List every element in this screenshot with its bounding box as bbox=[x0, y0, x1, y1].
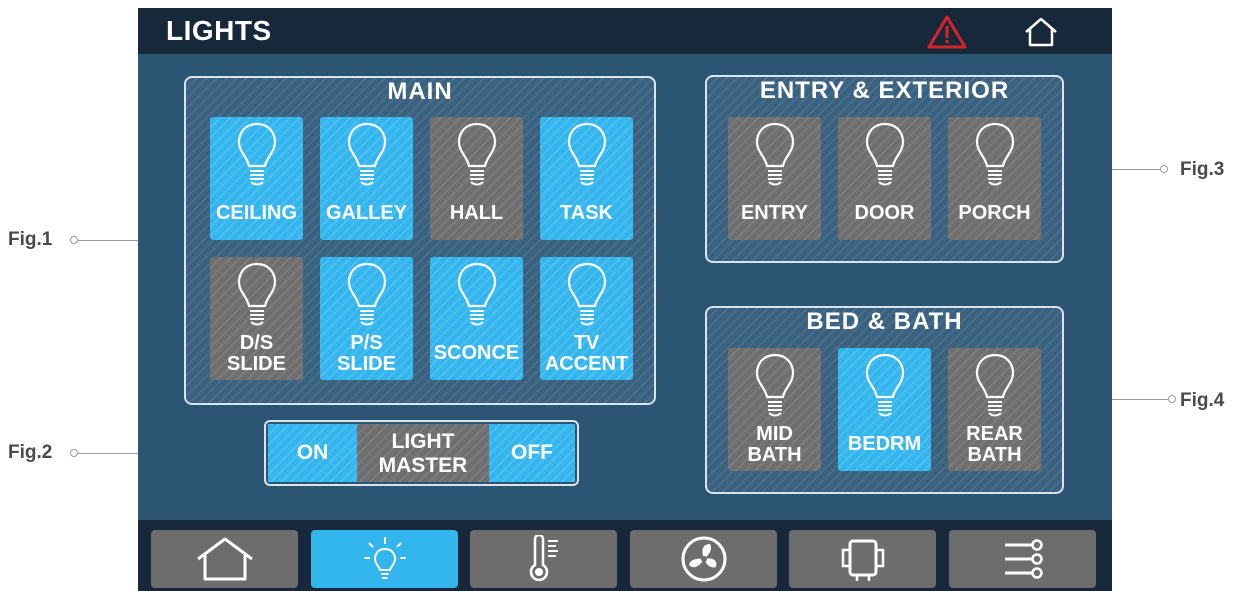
light-tile-ceiling[interactable]: CEILING bbox=[210, 117, 303, 240]
callout-fig2: Fig.2 bbox=[8, 442, 53, 463]
page-title: LIGHTS bbox=[166, 15, 272, 46]
light-bulb-icon bbox=[755, 353, 795, 417]
light-label: DOOR bbox=[854, 202, 915, 224]
light-label-line1: MID bbox=[756, 423, 793, 445]
thermometer-icon bbox=[529, 535, 558, 582]
light-bulb-icon bbox=[237, 262, 277, 326]
light-label-line2: SLIDE bbox=[227, 353, 286, 375]
title-bar: LIGHTS bbox=[138, 8, 1112, 54]
light-label: D/S SLIDE bbox=[210, 333, 303, 375]
light-label-line2: BATH bbox=[967, 444, 1022, 466]
light-label-line1: TV bbox=[573, 332, 600, 354]
callout-fig3: Fig.3 bbox=[1180, 159, 1225, 180]
light-master-toggle: ON LIGHT MASTER OFF bbox=[264, 420, 579, 486]
light-label-line1: D/S bbox=[239, 332, 274, 354]
light-label: PORCH bbox=[958, 202, 1031, 224]
light-tile-d-s-slide[interactable]: D/S SLIDE bbox=[210, 257, 303, 380]
light-label-line1: REAR bbox=[966, 423, 1023, 445]
light-bulb-icon bbox=[755, 122, 795, 186]
generator-icon bbox=[841, 539, 884, 581]
callout-fig1: Fig.1 bbox=[8, 229, 53, 250]
bed-panel-title: BED & BATH bbox=[806, 308, 963, 335]
light-tile-task[interactable]: TASK bbox=[540, 117, 633, 240]
callout-fig4: Fig.4 bbox=[1180, 390, 1225, 411]
light-label: TASK bbox=[560, 202, 613, 224]
light-bulb-icon bbox=[865, 122, 905, 186]
main-panel-title: MAIN bbox=[387, 78, 453, 105]
light-bulb-icon bbox=[363, 537, 406, 579]
home-outline-icon[interactable] bbox=[1022, 16, 1060, 48]
entry-exterior-panel: ENTRY & EXTERIOR ENTRY DOOR PORCH bbox=[705, 75, 1064, 263]
light-bulb-icon bbox=[975, 122, 1015, 186]
light-tile-entry[interactable]: ENTRY bbox=[728, 117, 821, 240]
light-label-line1: P/S bbox=[350, 332, 383, 354]
light-master-line2: MASTER bbox=[378, 454, 468, 477]
light-label: ENTRY bbox=[740, 202, 809, 224]
light-bulb-icon bbox=[237, 122, 277, 186]
bottom-nav bbox=[138, 520, 1112, 591]
master-off-button[interactable]: OFF bbox=[489, 424, 575, 482]
light-bulb-icon bbox=[347, 262, 387, 326]
light-tile-p-s-slide[interactable]: P/S SLIDE bbox=[320, 257, 413, 380]
nav-lights-button[interactable] bbox=[311, 530, 458, 588]
light-bulb-icon bbox=[567, 122, 607, 186]
nav-fan-button[interactable] bbox=[630, 530, 777, 588]
light-label: BEDRM bbox=[847, 433, 922, 455]
nav-generator-button[interactable] bbox=[789, 530, 936, 588]
light-tile-door[interactable]: DOOR bbox=[838, 117, 931, 240]
nav-home-button[interactable] bbox=[151, 530, 298, 588]
light-label: P/S SLIDE bbox=[320, 333, 413, 375]
light-master-label: LIGHT MASTER bbox=[357, 424, 489, 482]
home-icon bbox=[196, 537, 253, 581]
settings-sliders-icon bbox=[1004, 539, 1043, 579]
light-bulb-icon bbox=[865, 353, 905, 417]
light-tile-porch[interactable]: PORCH bbox=[948, 117, 1041, 240]
nav-climate-button[interactable] bbox=[470, 530, 617, 588]
light-tile-bedrm[interactable]: BEDRM bbox=[838, 348, 931, 471]
nav-settings-button[interactable] bbox=[949, 530, 1096, 588]
entry-panel-title: ENTRY & EXTERIOR bbox=[759, 77, 1010, 104]
fan-icon bbox=[681, 536, 726, 582]
light-tile-hall[interactable]: HALL bbox=[430, 117, 523, 240]
warning-triangle-icon[interactable] bbox=[927, 14, 967, 50]
master-on-button[interactable]: ON bbox=[268, 424, 357, 482]
light-label: MID BATH bbox=[728, 424, 821, 466]
lights-screen: LIGHTS MAIN CEILING GALLEY HALL TASK D/S SLID… bbox=[138, 8, 1112, 591]
light-bulb-icon bbox=[975, 353, 1015, 417]
bed-bath-panel: BED & BATH MID BATH BEDRM REAR BATH bbox=[705, 306, 1064, 494]
light-label: CEILING bbox=[215, 202, 298, 224]
callout-fig3-dot bbox=[1160, 165, 1168, 173]
light-tile-mid-bath[interactable]: MID BATH bbox=[728, 348, 821, 471]
light-tile-tv-accent[interactable]: TV ACCENT bbox=[540, 257, 633, 380]
light-label: REAR BATH bbox=[948, 424, 1041, 466]
callout-fig4-dot bbox=[1168, 395, 1176, 403]
light-bulb-icon bbox=[347, 122, 387, 186]
light-tile-rear-bath[interactable]: REAR BATH bbox=[948, 348, 1041, 471]
light-label-line2: BATH bbox=[747, 444, 802, 466]
light-label: TV ACCENT bbox=[540, 333, 633, 375]
light-master-line1: LIGHT bbox=[391, 430, 455, 453]
light-label: SCONCE bbox=[433, 342, 520, 364]
light-label-line2: SLIDE bbox=[337, 353, 396, 375]
light-label-line2: ACCENT bbox=[544, 353, 629, 375]
callout-fig1-dot bbox=[70, 236, 78, 244]
light-tile-galley[interactable]: GALLEY bbox=[320, 117, 413, 240]
light-bulb-icon bbox=[567, 262, 607, 326]
light-bulb-icon bbox=[457, 122, 497, 186]
callout-fig2-dot bbox=[70, 449, 78, 457]
light-tile-sconce[interactable]: SCONCE bbox=[430, 257, 523, 380]
main-panel: MAIN CEILING GALLEY HALL TASK D/S SLIDE P/S SLI… bbox=[184, 76, 656, 405]
light-label: HALL bbox=[449, 202, 504, 224]
light-bulb-icon bbox=[457, 262, 497, 326]
light-label: GALLEY bbox=[325, 202, 408, 224]
